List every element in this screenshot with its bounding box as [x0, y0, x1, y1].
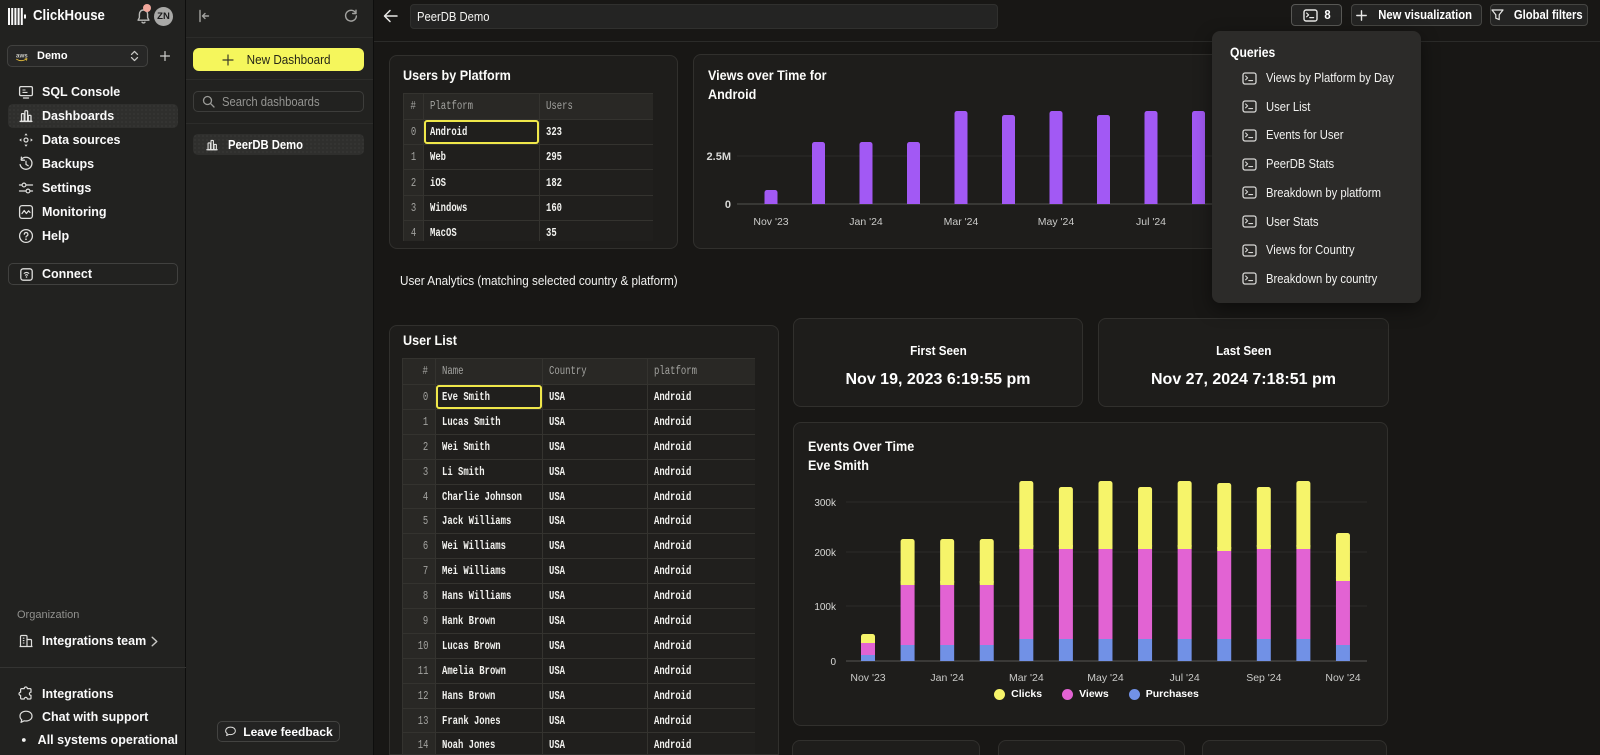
- svg-text:Mar '24: Mar '24: [944, 216, 979, 228]
- svg-text:Mar '24: Mar '24: [1009, 672, 1044, 684]
- svg-text:2.5M: 2.5M: [707, 151, 731, 163]
- svg-text:Jan '24: Jan '24: [930, 672, 964, 684]
- svg-text:100k: 100k: [814, 602, 837, 613]
- svg-text:Nov '23: Nov '23: [850, 672, 885, 684]
- svg-text:0: 0: [830, 657, 836, 668]
- svg-text:May '24: May '24: [1038, 216, 1075, 228]
- svg-text:Jul '24: Jul '24: [1136, 216, 1166, 228]
- svg-text:Sep '24: Sep '24: [1246, 672, 1281, 684]
- svg-text:200k: 200k: [814, 548, 837, 559]
- svg-text:Nov '24: Nov '24: [1325, 672, 1360, 684]
- svg-text:0: 0: [725, 199, 731, 211]
- svg-text:Jan '24: Jan '24: [849, 216, 883, 228]
- svg-text:300k: 300k: [814, 498, 837, 509]
- svg-text:Nov '23: Nov '23: [753, 216, 788, 228]
- svg-text:Jul '24: Jul '24: [1170, 672, 1200, 684]
- svg-text:May '24: May '24: [1087, 672, 1124, 684]
